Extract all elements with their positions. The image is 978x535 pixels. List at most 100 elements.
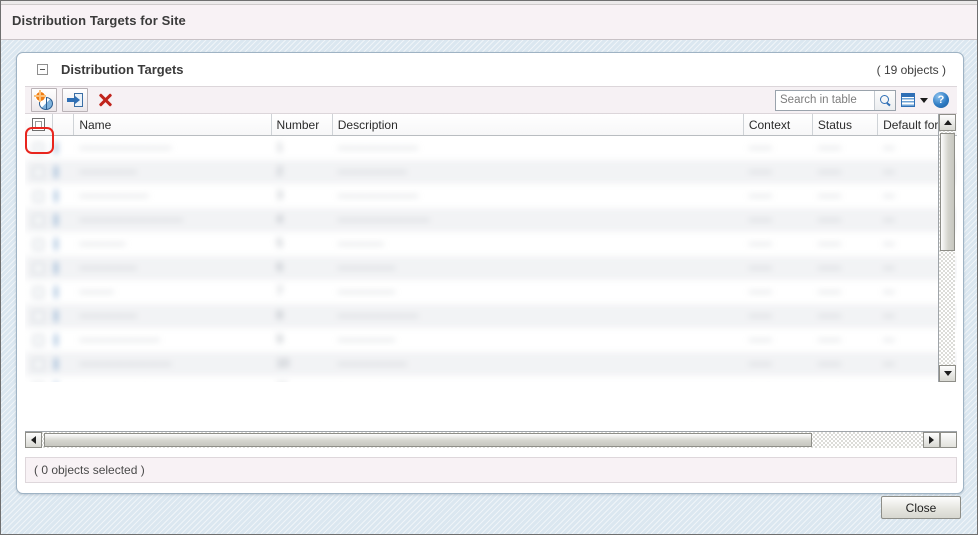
vertical-scrollbar[interactable] bbox=[938, 114, 956, 382]
new-distribution-target-button[interactable] bbox=[31, 88, 57, 112]
table-column-headers: Name Number Description Context Status D… bbox=[25, 114, 957, 136]
row-checkbox-cell[interactable] bbox=[25, 310, 53, 322]
table-row[interactable]: ———————— 1 ——————— —— —— — bbox=[25, 136, 957, 160]
cell-description: ————— bbox=[337, 286, 396, 298]
cell-status: —— bbox=[817, 190, 841, 202]
row-checkbox-cell[interactable] bbox=[25, 214, 53, 226]
row-checkbox-cell[interactable] bbox=[25, 142, 53, 154]
table-row[interactable]: ——————— 9 ————— —— —— — bbox=[25, 328, 957, 352]
distribution-target-icon bbox=[54, 310, 57, 322]
row-checkbox[interactable] bbox=[33, 190, 45, 202]
row-icon-cell bbox=[53, 190, 75, 202]
select-all-checkbox[interactable] bbox=[31, 118, 45, 131]
cell-number: 5 bbox=[276, 238, 283, 250]
row-checkbox[interactable] bbox=[33, 214, 45, 226]
select-all-header[interactable] bbox=[25, 114, 53, 135]
cell-name: —————— bbox=[79, 190, 149, 202]
selection-status-text: ( 0 objects selected ) bbox=[34, 463, 145, 477]
horizontal-scroll-thumb[interactable] bbox=[44, 433, 812, 447]
row-icon-cell bbox=[53, 214, 75, 226]
table-row[interactable]: ————————— 4 ———————— —— —— — bbox=[25, 208, 957, 232]
column-header-context[interactable]: Context bbox=[744, 114, 813, 135]
table-row[interactable]: ——————11————————— bbox=[25, 376, 957, 382]
cell-status: —— bbox=[817, 358, 841, 370]
row-icon-cell bbox=[53, 142, 75, 154]
vertical-scroll-thumb[interactable] bbox=[940, 133, 955, 251]
table-body: ———————— 1 ——————— —— —— — ————— 2 —————— —— —— — ——… bbox=[25, 136, 957, 382]
cell-number: 4 bbox=[276, 214, 283, 226]
row-checkbox-cell[interactable] bbox=[25, 286, 53, 298]
triangle-down-icon bbox=[943, 371, 952, 376]
cell-name: ———————— bbox=[79, 142, 172, 154]
scroll-right-button[interactable] bbox=[923, 432, 940, 448]
table-grid-icon[interactable] bbox=[901, 93, 915, 107]
cell-number: 6 bbox=[276, 262, 283, 274]
row-checkbox-cell[interactable] bbox=[25, 334, 53, 346]
row-checkbox-cell[interactable] bbox=[25, 262, 53, 274]
column-header-name[interactable]: Name bbox=[74, 114, 272, 135]
cell-number: 9 bbox=[276, 334, 283, 346]
distribution-target-icon bbox=[54, 190, 57, 202]
row-icon-cell bbox=[53, 334, 75, 346]
row-checkbox[interactable] bbox=[33, 310, 45, 322]
row-checkbox[interactable] bbox=[33, 358, 45, 370]
column-header-status[interactable]: Status bbox=[813, 114, 879, 135]
cell-number: 7 bbox=[276, 286, 283, 298]
cell-description: —————— bbox=[337, 358, 407, 370]
row-checkbox[interactable] bbox=[33, 238, 45, 250]
row-checkbox-cell[interactable] bbox=[25, 166, 53, 178]
row-icon-cell bbox=[53, 166, 75, 178]
table-row[interactable]: ————— 2 —————— —— —— — bbox=[25, 160, 957, 184]
close-button[interactable]: Close bbox=[881, 496, 961, 519]
cell-status: —— bbox=[817, 142, 841, 154]
table-row[interactable]: ———————— 10 —————— —— —— — bbox=[25, 352, 957, 376]
dialog-window: Distribution Targets for Site Distributi… bbox=[0, 0, 978, 535]
cell-name: ——— bbox=[79, 286, 114, 298]
table-row[interactable]: ————— 6 ————— —— —— — bbox=[25, 256, 957, 280]
export-arrow-icon bbox=[67, 93, 83, 107]
icon-column-header bbox=[53, 114, 75, 135]
delete-button[interactable] bbox=[93, 89, 117, 111]
cell-status: —— bbox=[817, 310, 841, 322]
help-question-icon[interactable]: ? bbox=[933, 92, 949, 108]
row-checkbox-cell[interactable] bbox=[25, 238, 53, 250]
cell-name: ————————— bbox=[79, 214, 183, 226]
window-titlebar: Distribution Targets for Site bbox=[1, 1, 977, 40]
row-checkbox[interactable] bbox=[33, 334, 45, 346]
row-checkbox[interactable] bbox=[33, 142, 45, 154]
cell-name: ——————— bbox=[79, 334, 160, 346]
cell-description: ——————— bbox=[337, 310, 419, 322]
collapse-minus-icon[interactable] bbox=[37, 64, 48, 75]
row-checkbox-cell[interactable] bbox=[25, 358, 53, 370]
cell-status: —— bbox=[817, 334, 841, 346]
row-checkbox[interactable] bbox=[33, 262, 45, 274]
cell-context: —— bbox=[748, 334, 772, 346]
chevron-down-icon[interactable] bbox=[920, 97, 928, 103]
row-checkbox[interactable] bbox=[33, 166, 45, 178]
row-icon-cell bbox=[53, 238, 75, 250]
new-target-icon bbox=[35, 90, 53, 110]
table-row[interactable]: ———— 5 ———— —— —— — bbox=[25, 232, 957, 256]
scroll-left-button[interactable] bbox=[25, 432, 42, 448]
scroll-up-button[interactable] bbox=[939, 114, 956, 131]
row-checkbox-cell[interactable] bbox=[25, 190, 53, 202]
table-row[interactable]: —————— 3 ——————— —— —— — bbox=[25, 184, 957, 208]
column-header-description[interactable]: Description bbox=[333, 114, 744, 135]
cell-number: 2 bbox=[276, 166, 283, 178]
horizontal-scrollbar[interactable] bbox=[25, 431, 957, 448]
table-row[interactable]: ——— 7 ————— —— —— — bbox=[25, 280, 957, 304]
row-icon-cell bbox=[53, 262, 75, 274]
row-checkbox[interactable] bbox=[33, 286, 45, 298]
section-header: Distribution Targets ( 19 objects ) bbox=[17, 53, 963, 86]
section-title: Distribution Targets bbox=[61, 62, 184, 77]
export-button[interactable] bbox=[62, 88, 88, 112]
cell-status: —— bbox=[817, 238, 841, 250]
search-input[interactable] bbox=[776, 90, 874, 110]
search-button[interactable] bbox=[874, 90, 895, 110]
column-header-number[interactable]: Number bbox=[272, 114, 333, 135]
scroll-down-button[interactable] bbox=[939, 365, 956, 382]
distribution-target-icon bbox=[54, 358, 57, 370]
distribution-target-icon bbox=[54, 334, 57, 346]
cell-context: —— bbox=[748, 214, 772, 226]
table-row[interactable]: ————— 8 ——————— —— —— — bbox=[25, 304, 957, 328]
